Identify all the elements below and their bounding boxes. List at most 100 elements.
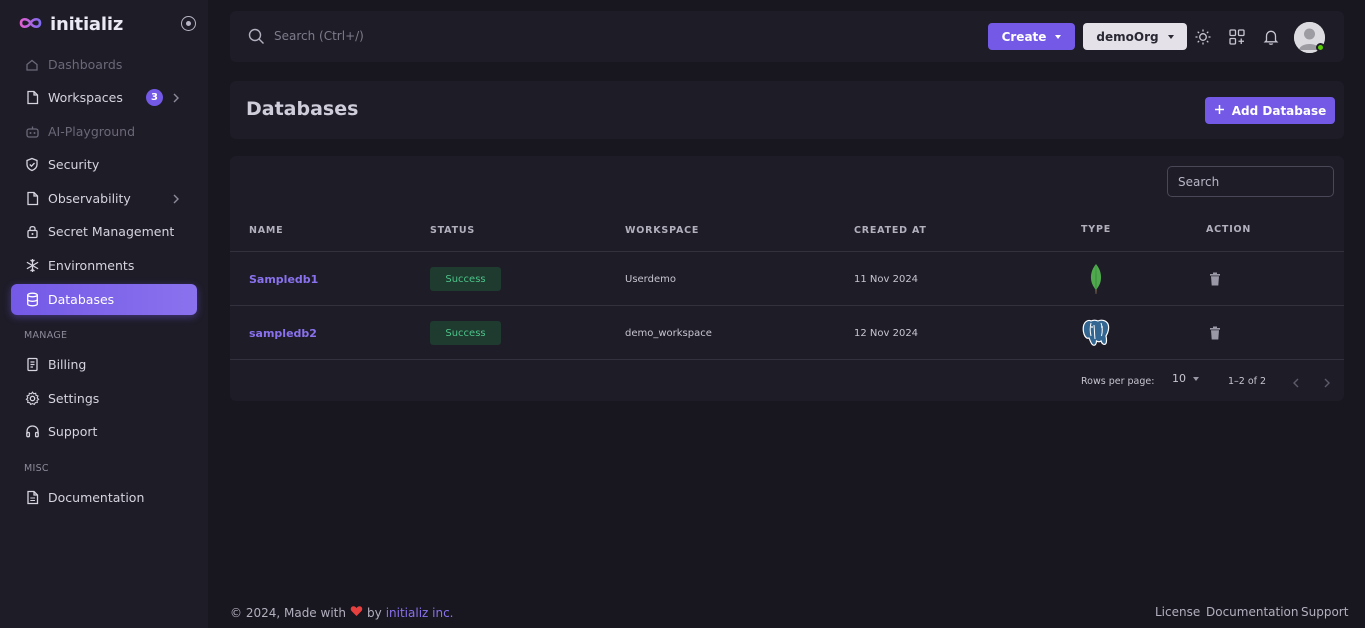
snowflake-icon xyxy=(24,258,40,274)
sidebar-item-documentation[interactable]: Documentation xyxy=(11,482,197,513)
rows-per-page-select[interactable]: 10 xyxy=(1172,372,1199,385)
brand[interactable]: initializ xyxy=(18,12,123,36)
delete-icon[interactable] xyxy=(1209,325,1221,344)
sidebar-item-label: Databases xyxy=(48,292,115,307)
sidebar: initializ Dashboards Workspaces 3 AI-Pla… xyxy=(0,0,208,628)
robot-icon xyxy=(24,124,40,140)
sidebar-item-label: Dashboards xyxy=(48,57,123,72)
footer-link-documentation[interactable]: Documentation xyxy=(1206,605,1299,619)
sidebar-item-label: Environments xyxy=(48,258,135,273)
sidebar-item-billing[interactable]: Billing xyxy=(11,349,197,380)
database-name-link[interactable]: sampledb2 xyxy=(249,327,317,340)
create-button-label: Create xyxy=(1001,29,1047,44)
page-title: Databases xyxy=(246,98,359,120)
section-label-misc: MISC xyxy=(24,463,49,474)
brand-name: initializ xyxy=(50,13,124,35)
created-at-cell: 11 Nov 2024 xyxy=(854,274,919,285)
databases-table-card: Search NAME STATUS WORKSPACE CREATED AT … xyxy=(230,156,1344,401)
caret-down-icon xyxy=(1167,34,1174,39)
table-search-input[interactable]: Search xyxy=(1167,166,1334,197)
gear-icon xyxy=(24,391,40,407)
bell-icon[interactable] xyxy=(1261,27,1281,47)
delete-icon[interactable] xyxy=(1209,271,1221,290)
file-icon xyxy=(24,191,40,207)
sidebar-item-label: Observability xyxy=(48,191,131,206)
page-header: Databases Add Database xyxy=(230,81,1344,139)
sidebar-toggle-icon[interactable] xyxy=(181,16,196,31)
sidebar-item-observability[interactable]: Observability xyxy=(11,183,197,214)
database-name-link[interactable]: Sampledb1 xyxy=(249,273,318,286)
workspace-cell: Userdemo xyxy=(625,274,676,285)
caret-down-icon xyxy=(1055,34,1062,39)
column-header-workspace[interactable]: WORKSPACE xyxy=(625,225,699,236)
status-badge: Success xyxy=(430,267,501,291)
lock-icon xyxy=(24,224,40,240)
column-header-type[interactable]: TYPE xyxy=(1081,224,1111,235)
org-selector[interactable]: demoOrg xyxy=(1083,23,1187,50)
sun-icon[interactable] xyxy=(1193,27,1213,47)
column-header-status[interactable]: STATUS xyxy=(430,225,475,236)
sidebar-item-dashboards[interactable]: Dashboards xyxy=(11,49,197,80)
sidebar-item-label: Billing xyxy=(48,357,87,372)
created-at-cell: 12 Nov 2024 xyxy=(854,328,919,339)
column-header-action[interactable]: ACTION xyxy=(1206,224,1251,235)
sidebar-item-label: Secret Management xyxy=(48,224,175,239)
add-database-label: Add Database xyxy=(1231,103,1327,118)
column-header-created-at[interactable]: CREATED AT xyxy=(854,225,927,236)
sidebar-item-environments[interactable]: Environments xyxy=(11,250,197,281)
org-selector-label: demoOrg xyxy=(1096,29,1159,44)
by-text: by xyxy=(366,605,382,620)
pagination-range: 1–2 of 2 xyxy=(1228,376,1267,387)
receipt-icon xyxy=(24,357,40,373)
divider xyxy=(230,359,1344,360)
footer-copyright: © 2024, Made with by initializ inc. xyxy=(230,605,454,620)
top-bar: Search (Ctrl+/) Create demoOrg xyxy=(230,11,1344,62)
sidebar-item-label: Documentation xyxy=(48,490,145,505)
sidebar-item-support[interactable]: Support xyxy=(11,416,197,447)
sidebar-item-label: Security xyxy=(48,157,100,172)
sidebar-item-label: Support xyxy=(48,424,98,439)
chevron-right-icon xyxy=(171,191,181,210)
footer-link-license[interactable]: License xyxy=(1155,605,1200,619)
chevron-right-icon xyxy=(171,90,181,109)
next-page-button[interactable] xyxy=(1322,374,1332,393)
document-icon xyxy=(24,490,40,506)
sidebar-item-label: Settings xyxy=(48,391,100,406)
divider xyxy=(230,305,1344,306)
sidebar-item-workspaces[interactable]: Workspaces 3 xyxy=(11,82,197,113)
shield-icon xyxy=(24,157,40,173)
file-icon xyxy=(24,90,40,106)
home-icon xyxy=(24,57,40,73)
apps-grid-icon[interactable] xyxy=(1227,27,1247,47)
footer-link-support[interactable]: Support xyxy=(1301,605,1348,619)
status-badge: Success xyxy=(430,321,501,345)
create-button[interactable]: Create xyxy=(988,23,1075,50)
database-icon xyxy=(24,292,40,308)
global-search-input[interactable]: Search (Ctrl+/) xyxy=(274,29,364,43)
online-status-dot xyxy=(1316,43,1325,52)
sidebar-item-security[interactable]: Security xyxy=(11,149,197,180)
sidebar-item-databases[interactable]: Databases xyxy=(11,284,197,315)
mongodb-icon xyxy=(1088,263,1104,299)
divider xyxy=(230,251,1344,252)
rows-per-page-value: 10 xyxy=(1172,372,1186,385)
headphones-icon xyxy=(24,424,40,440)
sidebar-item-ai-playground[interactable]: AI-Playground xyxy=(11,116,197,147)
sidebar-item-label: Workspaces xyxy=(48,90,123,105)
column-header-name[interactable]: NAME xyxy=(249,225,283,236)
section-label-manage: MANAGE xyxy=(24,330,68,341)
search-icon[interactable] xyxy=(248,28,265,49)
heart-icon xyxy=(350,605,363,620)
workspace-cell: demo_workspace xyxy=(625,328,712,339)
company-link[interactable]: initializ inc. xyxy=(386,606,454,620)
workspaces-count-badge: 3 xyxy=(146,89,163,106)
plus-icon xyxy=(1214,104,1225,118)
copyright-text: © 2024, Made with xyxy=(230,605,346,620)
previous-page-button[interactable] xyxy=(1291,374,1301,393)
caret-down-icon xyxy=(1193,376,1199,381)
add-database-button[interactable]: Add Database xyxy=(1205,97,1335,124)
sidebar-item-settings[interactable]: Settings xyxy=(11,383,197,414)
rows-per-page-label: Rows per page: xyxy=(1081,376,1155,387)
sidebar-item-secret-management[interactable]: Secret Management xyxy=(11,216,197,247)
postgresql-icon xyxy=(1081,317,1111,351)
